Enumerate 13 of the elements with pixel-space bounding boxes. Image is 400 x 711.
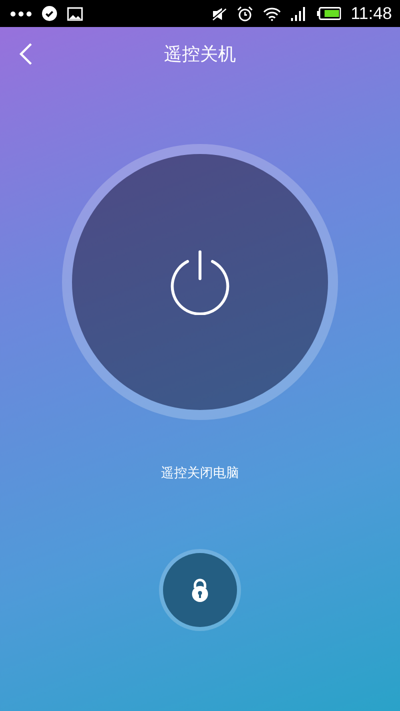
lock-icon — [190, 578, 210, 602]
image-icon — [67, 6, 83, 20]
signal-icon — [290, 6, 307, 20]
more-icon — [10, 10, 32, 16]
battery-icon — [316, 7, 341, 20]
muted-icon — [210, 6, 227, 20]
clock-time: 11:48 — [350, 4, 392, 24]
check-circle-icon — [42, 6, 57, 21]
alarm-icon — [236, 6, 253, 22]
wifi-icon — [262, 6, 281, 20]
page-title: 遥控关机 — [164, 43, 236, 66]
back-chevron-icon — [19, 42, 33, 66]
power-caption: 遥控关闭电脑 — [161, 465, 239, 482]
